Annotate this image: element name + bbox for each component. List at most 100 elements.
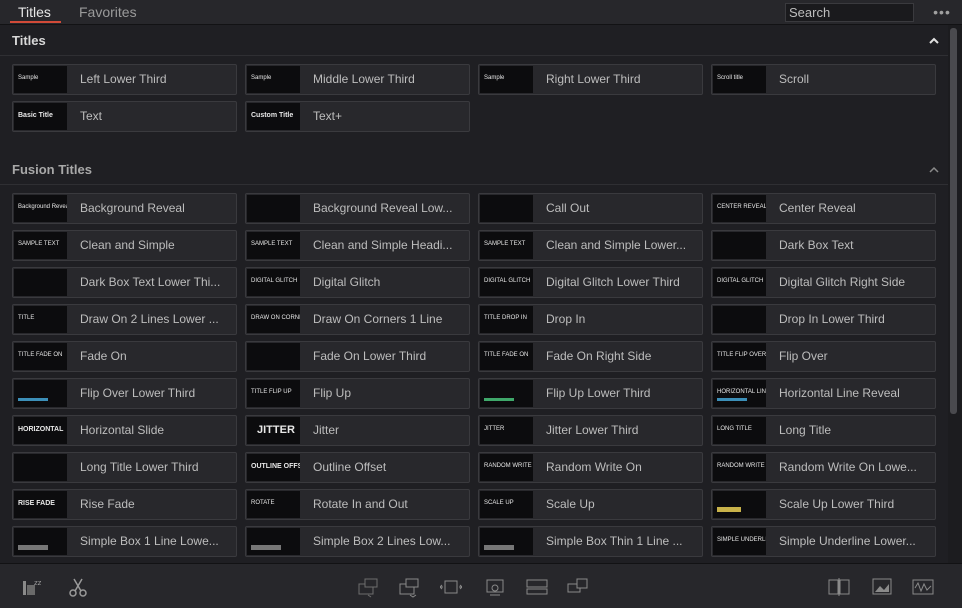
chevron-up-icon[interactable] <box>928 164 940 176</box>
search-input[interactable] <box>785 3 914 22</box>
title-tile-label: Dark Box Text <box>779 238 854 252</box>
title-tile-drop-in-lower-third[interactable]: Drop In Lower Third <box>711 304 936 335</box>
title-thumbnail: TITLE FLIP OVER <box>713 343 766 370</box>
thumbnail-text: Sample <box>18 75 39 81</box>
thumbnail-bar <box>251 545 281 550</box>
title-tile-center-reveal[interactable]: CENTER REVEAL Center Reveal <box>711 193 936 224</box>
fit-to-fill-icon[interactable] <box>484 576 506 598</box>
place-on-top-icon[interactable] <box>526 576 548 598</box>
title-tile-horizontal-slide[interactable]: HORIZONTAL Horizontal Slide <box>12 415 237 446</box>
title-tile-background-reveal[interactable]: Background Reveal Background Reveal <box>12 193 237 224</box>
chevron-up-icon[interactable] <box>928 35 940 47</box>
effects-library: Titles Sample Left Lower Third Sample Middl… <box>0 25 948 563</box>
title-tile-dark-box-text-lower-thi[interactable]: Dark Box Text Lower Thi... <box>12 267 237 298</box>
title-tile-text[interactable]: Basic Title Text <box>12 101 237 132</box>
sleep-zz-icon[interactable]: zz <box>22 576 44 598</box>
title-tile-jitter-lower-third[interactable]: JITTER Jitter Lower Third <box>478 415 703 446</box>
title-tile-horizontal-line-reveal[interactable]: HORIZONTAL LINE Horizontal Line Reveal <box>711 378 936 409</box>
title-tile-clean-and-simple-headi[interactable]: SAMPLE TEXT Clean and Simple Headi... <box>245 230 470 261</box>
title-tile-fade-on[interactable]: TITLE FADE ON Fade On <box>12 341 237 372</box>
tab-titles[interactable]: Titles <box>10 0 61 25</box>
title-tile-dark-box-text[interactable]: Dark Box Text <box>711 230 936 261</box>
title-tile-rotate-in-and-out[interactable]: ROTATE Rotate In and Out <box>245 489 470 520</box>
tab-favorites[interactable]: Favorites <box>79 0 137 25</box>
source-overwrite-icon[interactable] <box>828 576 850 598</box>
title-tile-scale-up-lower-third[interactable]: Scale Up Lower Third <box>711 489 936 520</box>
title-thumbnail: TITLE DROP IN <box>480 306 533 333</box>
title-tile-long-title[interactable]: LONG TITLE Long Title <box>711 415 936 446</box>
title-tile-simple-box-thin-1-line[interactable]: Simple Box Thin 1 Line ... <box>478 526 703 557</box>
title-thumbnail <box>14 269 67 296</box>
title-tile-long-title-lower-third[interactable]: Long Title Lower Third <box>12 452 237 483</box>
title-tile-label: Call Out <box>546 201 590 215</box>
title-tile-simple-box-2-lines-low[interactable]: Simple Box 2 Lines Low... <box>245 526 470 557</box>
thumbnail-text: Basic Title <box>18 112 53 119</box>
title-tile-jitter[interactable]: JITTER Jitter <box>245 415 470 446</box>
title-tile-random-write-on[interactable]: RANDOM WRITE ON Random Write On <box>478 452 703 483</box>
title-tile-simple-underline-lower[interactable]: SIMPLE UNDERLINE Simple Underline Lower..… <box>711 526 936 557</box>
title-tile-label: Digital Glitch Lower Third <box>546 275 680 289</box>
viewer-icon[interactable] <box>871 576 893 598</box>
vertical-scrollbar[interactable] <box>950 28 957 414</box>
title-tile-digital-glitch-lower-third[interactable]: DIGITAL GLITCH Digital Glitch Lower Third <box>478 267 703 298</box>
title-tile-scroll[interactable]: Scroll title Scroll <box>711 64 936 95</box>
title-tile-flip-over-lower-third[interactable]: Flip Over Lower Third <box>12 378 237 409</box>
title-tile-background-reveal-low[interactable]: Background Reveal Low... <box>245 193 470 224</box>
title-thumbnail <box>247 195 300 222</box>
section-header-titles[interactable]: Titles <box>0 27 948 56</box>
title-tile-label: Simple Box 2 Lines Low... <box>313 534 451 548</box>
title-tile-text[interactable]: Custom Title Text+ <box>245 101 470 132</box>
title-tile-draw-on-corners-1-line[interactable]: DRAW ON CORNERS Draw On Corners 1 Line <box>245 304 470 335</box>
scissors-icon[interactable] <box>67 576 89 598</box>
title-tile-label: Rotate In and Out <box>313 497 408 511</box>
title-thumbnail: SCALE UP <box>480 491 533 518</box>
thumbnail-text: Sample <box>251 75 272 81</box>
more-options-icon[interactable]: ••• <box>928 3 956 22</box>
overwrite-clip-icon[interactable] <box>398 576 420 598</box>
title-tile-label: Dark Box Text Lower Thi... <box>80 275 221 289</box>
title-tile-label: Scroll <box>779 72 810 86</box>
title-tile-random-write-on-lowe[interactable]: RANDOM WRITE ON Random Write On Lowe... <box>711 452 936 483</box>
section-header-fusion-titles[interactable]: Fusion Titles <box>0 156 948 185</box>
title-tile-scale-up[interactable]: SCALE UP Scale Up <box>478 489 703 520</box>
title-tile-left-lower-third[interactable]: Sample Left Lower Third <box>12 64 237 95</box>
title-tile-clean-and-simple-lower[interactable]: SAMPLE TEXT Clean and Simple Lower... <box>478 230 703 261</box>
title-tile-digital-glitch-right-side[interactable]: DIGITAL GLITCH Digital Glitch Right Side <box>711 267 936 298</box>
title-thumbnail: RISE FADE <box>14 491 67 518</box>
title-thumbnail: TITLE FLIP UP <box>247 380 300 407</box>
replace-clip-icon[interactable] <box>439 576 463 598</box>
title-tile-flip-up-lower-third[interactable]: Flip Up Lower Third <box>478 378 703 409</box>
title-tile-middle-lower-third[interactable]: Sample Middle Lower Third <box>245 64 470 95</box>
title-tile-clean-and-simple[interactable]: SAMPLE TEXT Clean and Simple <box>12 230 237 261</box>
title-tile-draw-on-2-lines-lower[interactable]: TITLE Draw On 2 Lines Lower ... <box>12 304 237 335</box>
append-at-end-icon[interactable] <box>567 576 589 598</box>
title-tile-drop-in[interactable]: TITLE DROP IN Drop In <box>478 304 703 335</box>
title-tile-rise-fade[interactable]: RISE FADE Rise Fade <box>12 489 237 520</box>
thumbnail-text: LONG TITLE <box>717 426 752 432</box>
title-tile-label: Flip Up Lower Third <box>546 386 651 400</box>
title-tile-label: Background Reveal <box>80 201 185 215</box>
title-tile-label: Drop In <box>546 312 586 326</box>
insert-clip-icon[interactable] <box>357 576 379 598</box>
title-tile-label: Flip Up <box>313 386 352 400</box>
title-tile-label: Horizontal Line Reveal <box>779 386 900 400</box>
title-tile-outline-offset[interactable]: OUTLINE OFFSET Outline Offset <box>245 452 470 483</box>
title-thumbnail: SAMPLE TEXT <box>247 232 300 259</box>
title-thumbnail <box>14 528 67 555</box>
title-tile-right-lower-third[interactable]: Sample Right Lower Third <box>478 64 703 95</box>
title-thumbnail: RANDOM WRITE ON <box>480 454 533 481</box>
title-tile-call-out[interactable]: Call Out <box>478 193 703 224</box>
title-tile-flip-up[interactable]: TITLE FLIP UP Flip Up <box>245 378 470 409</box>
waveform-icon[interactable] <box>912 576 934 598</box>
thumbnail-text: HORIZONTAL LINE <box>717 389 766 395</box>
thumbnail-text: DRAW ON CORNERS <box>251 315 300 321</box>
thumbnail-text: TITLE FLIP UP <box>251 389 292 395</box>
title-tile-simple-box-1-line-lowe[interactable]: Simple Box 1 Line Lowe... <box>12 526 237 557</box>
title-tile-label: Scale Up <box>546 497 595 511</box>
title-tile-fade-on-lower-third[interactable]: Fade On Lower Third <box>245 341 470 372</box>
title-thumbnail: Sample <box>14 66 67 93</box>
title-tile-fade-on-right-side[interactable]: TITLE FADE ON Fade On Right Side <box>478 341 703 372</box>
title-thumbnail: DIGITAL GLITCH <box>247 269 300 296</box>
title-tile-digital-glitch[interactable]: DIGITAL GLITCH Digital Glitch <box>245 267 470 298</box>
title-tile-flip-over[interactable]: TITLE FLIP OVER Flip Over <box>711 341 936 372</box>
